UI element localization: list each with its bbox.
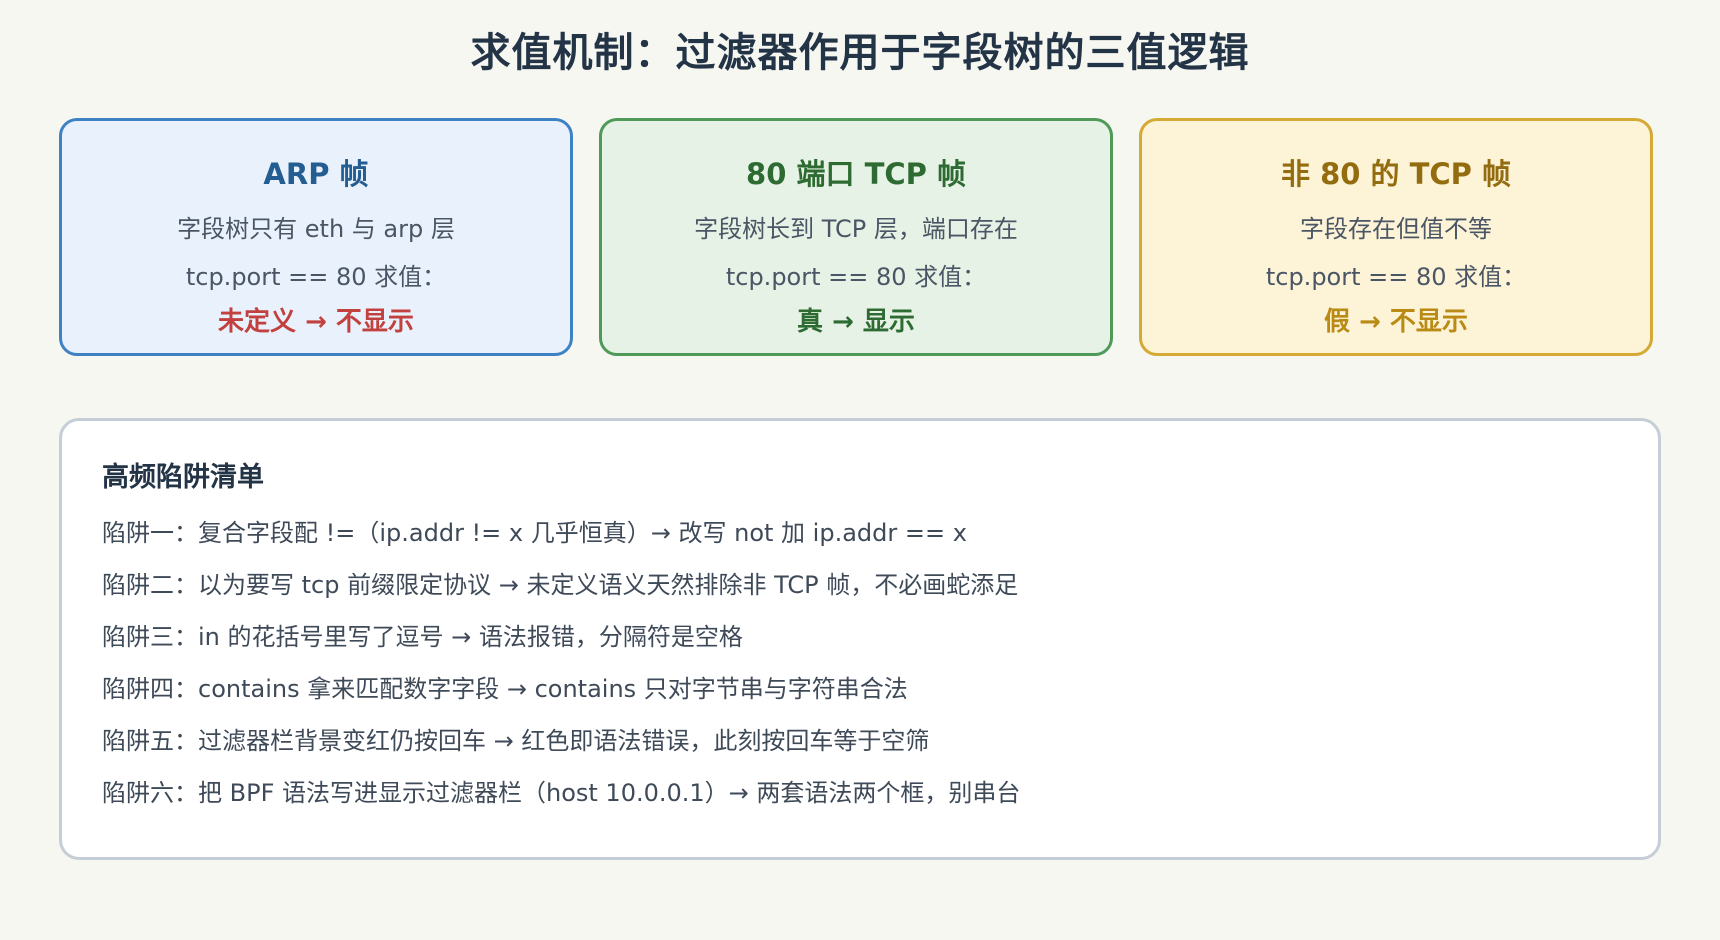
card-arp-frame: ARP 帧 字段树只有 eth 与 arp 层 tcp.port == 80 求… (59, 118, 573, 356)
card-title: ARP 帧 (263, 157, 369, 191)
pitfall-item-3: 陷阱三：in 的花括号里写了逗号 → 语法报错，分隔符是空格 (102, 623, 743, 651)
pitfall-panel: 高频陷阱清单 陷阱一：复合字段配 !=（ip.addr != x 几乎恒真）→ … (59, 418, 1661, 860)
page-title: 求值机制：过滤器作用于字段树的三值逻辑 (470, 30, 1250, 76)
card-evaluation: tcp.port == 80 求值： (725, 263, 987, 291)
pitfall-item-2: 陷阱二：以为要写 tcp 前缀限定协议 → 未定义语义天然排除非 TCP 帧，不… (102, 571, 1019, 599)
pitfall-panel-title: 高频陷阱清单 (102, 462, 264, 493)
card-title: 非 80 的 TCP 帧 (1280, 157, 1512, 191)
card-result: 未定义 → 不显示 (218, 307, 414, 337)
pitfall-list: 陷阱一：复合字段配 !=（ip.addr != x 几乎恒真）→ 改写 not … (102, 507, 1020, 819)
card-result: 假 → 不显示 (1324, 307, 1468, 337)
card-result: 真 → 显示 (797, 307, 915, 337)
card-description: 字段树长到 TCP 层，端口存在 (694, 215, 1018, 243)
card-tcp-non-80-frame: 非 80 的 TCP 帧 字段存在但值不等 tcp.port == 80 求值：… (1139, 118, 1653, 356)
card-description: 字段树只有 eth 与 arp 层 (177, 215, 455, 243)
card-tcp-port-80-frame: 80 端口 TCP 帧 字段树长到 TCP 层，端口存在 tcp.port ==… (599, 118, 1113, 356)
pitfall-item-4: 陷阱四：contains 拿来匹配数字字段 → contains 只对字节串与字… (102, 675, 908, 703)
card-evaluation: tcp.port == 80 求值： (1265, 263, 1527, 291)
pitfall-item-5: 陷阱五：过滤器栏背景变红仍按回车 → 红色即语法错误，此刻按回车等于空筛 (102, 727, 930, 755)
card-evaluation: tcp.port == 80 求值： (185, 263, 447, 291)
pitfall-item-6: 陷阱六：把 BPF 语法写进显示过滤器栏（host 10.0.0.1）→ 两套语… (102, 779, 1021, 807)
card-title: 80 端口 TCP 帧 (746, 157, 966, 191)
pitfall-item-1: 陷阱一：复合字段配 !=（ip.addr != x 几乎恒真）→ 改写 not … (102, 519, 967, 547)
card-description: 字段存在但值不等 (1300, 215, 1492, 243)
